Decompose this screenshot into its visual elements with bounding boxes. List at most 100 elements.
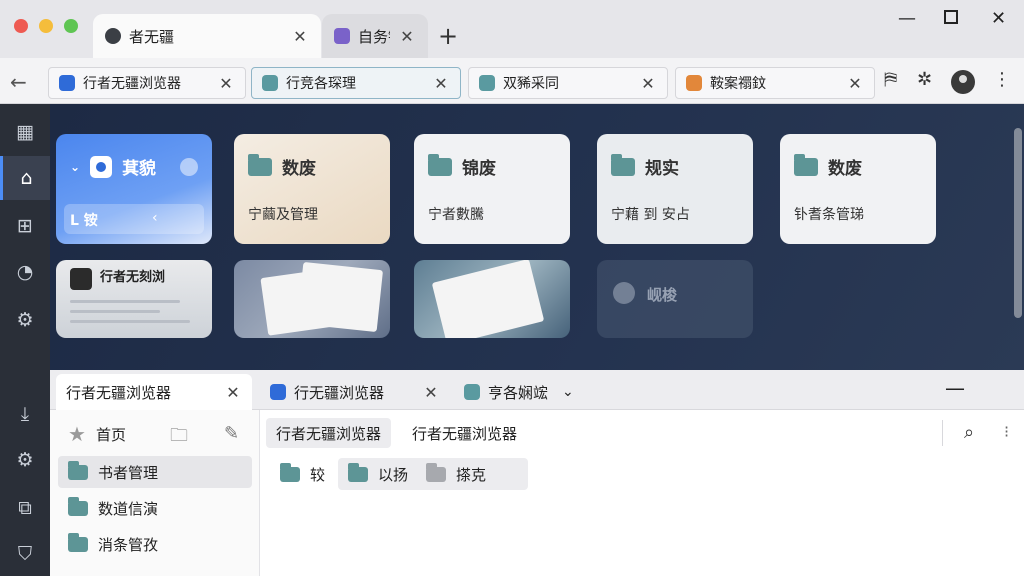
chevron-left-icon: ‹ — [152, 210, 158, 226]
dashboard-card[interactable]: ⌄ 萁貌 L 铵 ‹ — [56, 134, 212, 244]
card-title-text: 数废 — [282, 159, 316, 179]
page-tab[interactable]: 行者无疆浏览器 ✕ — [48, 67, 246, 99]
minimize-panel-icon[interactable]: — — [945, 376, 965, 400]
document-thumbnail[interactable]: 行者无刻浏 — [56, 260, 212, 338]
breadcrumb[interactable]: 行者无疆浏览器 — [402, 418, 527, 448]
window-tab-label: 者无疆 — [129, 27, 175, 46]
close-tab-icon[interactable]: ✕ — [422, 383, 440, 402]
shield-icon[interactable]: ⛉ — [0, 532, 50, 576]
explorer-tab-label: 行无疆浏览器 — [294, 383, 385, 402]
link-icon[interactable]: ⧉ — [0, 486, 50, 530]
maximize-icon[interactable] — [944, 10, 958, 24]
settings-gear-icon[interactable]: ⚙ — [0, 298, 50, 342]
back-arrow-icon[interactable]: ← — [10, 70, 27, 94]
card-title-text: 数废 — [828, 159, 862, 179]
avatar[interactable] — [951, 70, 975, 94]
scrollbar[interactable] — [1014, 128, 1022, 318]
minimize-icon[interactable]: — — [898, 8, 916, 29]
sidebar-item-label: 首页 — [95, 425, 126, 444]
chevron-down-icon[interactable]: ⌄ — [562, 384, 574, 400]
document-thumbnail[interactable] — [234, 260, 390, 338]
document-thumbnail[interactable]: 岘梭 — [597, 260, 753, 338]
folder-item-label: 较 — [310, 465, 326, 484]
text-line — [70, 300, 180, 303]
dashboard: ⌄ 萁貌 L 铵 ‹ 数废 宁繭及管理 锦废 宁者數騰 规实 宁藉 到 安占 数… — [50, 104, 1024, 370]
folder-item[interactable]: 以扬 搽克 — [338, 458, 528, 490]
extension-puzzle-icon[interactable]: ✲ — [917, 69, 932, 90]
explorer-tab[interactable]: 亨各娴竤 ⌄ — [454, 374, 594, 410]
more-icon[interactable]: ⁝ — [1004, 422, 1009, 441]
page-tab-label: 双豨采同 — [503, 76, 559, 92]
grid-icon[interactable]: ⊞ — [0, 204, 50, 248]
maximize-window-button[interactable] — [64, 19, 78, 33]
apps-icon[interactable]: ▦ — [0, 110, 50, 154]
document-thumbnail[interactable] — [414, 260, 570, 338]
bookmark-icon[interactable]: ⛿ — [884, 69, 897, 90]
more-menu-icon[interactable]: ⋮ — [993, 69, 1011, 90]
folder-favicon-icon — [479, 75, 495, 91]
new-tab-button[interactable]: + — [438, 22, 458, 50]
explorer-tab-label: 行者无疆浏览器 — [66, 383, 172, 402]
card-subtitle: L 铵 — [70, 213, 98, 229]
download-icon[interactable]: ⤓ — [0, 392, 50, 436]
blue-favicon-icon — [270, 384, 286, 400]
close-tab-icon[interactable]: ✕ — [291, 27, 309, 46]
left-rail: ▦ ⌂ ⊞ ◔ ⚙ ⤓ ⚙ ⧉ ⛉ — [0, 104, 50, 576]
edit-icon[interactable]: ✎ — [224, 423, 239, 444]
window-tab[interactable]: 自务镪 ✕ — [322, 14, 428, 58]
folder-icon — [280, 462, 300, 482]
status-dot-icon — [180, 158, 198, 176]
sidebar-item-folder[interactable]: 消条管孜 — [58, 528, 252, 560]
search-icon[interactable]: ⌕ — [964, 422, 974, 443]
folder-icon — [611, 153, 635, 176]
folder-item-label: 以扬 — [378, 465, 409, 484]
sidebar-item-label: 书者管理 — [98, 463, 159, 482]
page-tab-label: 行竞各琛理 — [286, 76, 356, 92]
card-title: 锦废 — [428, 153, 496, 179]
explorer-tab[interactable]: 行者无疆浏览器 ✕ — [56, 374, 252, 410]
window-tab[interactable]: 者无疆 ✕ — [93, 14, 321, 58]
page-tab[interactable]: 行竞各琛理 ✕ — [251, 67, 461, 99]
purple-favicon-icon — [334, 28, 350, 44]
explorer-tab[interactable]: 行无疆浏览器 ✕ — [260, 374, 450, 410]
sidebar-item-folder[interactable]: 数道信演 — [58, 492, 252, 524]
folder-icon — [348, 462, 368, 482]
dashboard-card[interactable]: 数废 宁繭及管理 — [234, 134, 390, 244]
explorer-tab-bar: 行者无疆浏览器 ✕ 行无疆浏览器 ✕ 亨各娴竤 ⌄ — — [50, 370, 1024, 410]
card-title-text: 规实 — [645, 159, 679, 179]
page-tab-label: 行者无疆浏览器 — [83, 76, 181, 92]
sidebar-item-home[interactable]: ★ 首页 — [58, 418, 178, 450]
divider — [942, 420, 943, 446]
explorer-sidebar: ★ 首页 🗀 ✎ 书者管理 数道信演 消条管孜 — [50, 410, 260, 576]
close-tab-icon[interactable]: ✕ — [846, 74, 864, 93]
text-line — [70, 320, 190, 323]
close-window-button[interactable] — [14, 19, 28, 33]
explorer-main-pane: 行者无疆浏览器 行者无疆浏览器 ⌕ ⁝ 较 以扬 搽克 — [260, 410, 1024, 576]
close-icon[interactable]: ✕ — [991, 8, 1006, 29]
folder-icon — [794, 153, 818, 176]
page-tab[interactable]: 双豨采同 ✕ — [468, 67, 668, 99]
page-tab[interactable]: 鞍案禤鈫 ✕ — [675, 67, 875, 99]
home-icon[interactable]: ⌂ — [0, 156, 50, 200]
close-tab-icon[interactable]: ✕ — [217, 74, 235, 93]
minimize-window-button[interactable] — [39, 19, 53, 33]
dashboard-card[interactable]: 规实 宁藉 到 安占 — [597, 134, 753, 244]
breadcrumb[interactable]: 行者无疆浏览器 — [266, 418, 392, 448]
dashboard-card[interactable]: 数废 钋耆条管珶 — [780, 134, 936, 244]
sidebar-item-folder[interactable]: 书者管理 — [58, 456, 252, 488]
close-tab-icon[interactable]: ✕ — [398, 27, 416, 46]
folder-icon — [248, 153, 272, 176]
dashboard-card[interactable]: 锦废 宁者數騰 — [414, 134, 570, 244]
app-glyph-icon — [90, 155, 113, 178]
folder-item[interactable]: 较 — [270, 458, 335, 490]
pie-chart-icon[interactable]: ◔ — [0, 250, 50, 294]
folder-outline-icon[interactable]: 🗀 — [170, 423, 188, 453]
folder-favicon-icon — [262, 75, 278, 91]
sidebar-item-label: 数道信演 — [98, 499, 159, 518]
close-tab-icon[interactable]: ✕ — [224, 383, 242, 402]
close-tab-icon[interactable]: ✕ — [639, 74, 657, 93]
star-icon: ★ — [68, 422, 86, 446]
window-tab-label: 自务镪 — [358, 27, 390, 46]
close-tab-icon[interactable]: ✕ — [432, 74, 450, 93]
settings-gear-icon[interactable]: ⚙ — [0, 438, 50, 482]
